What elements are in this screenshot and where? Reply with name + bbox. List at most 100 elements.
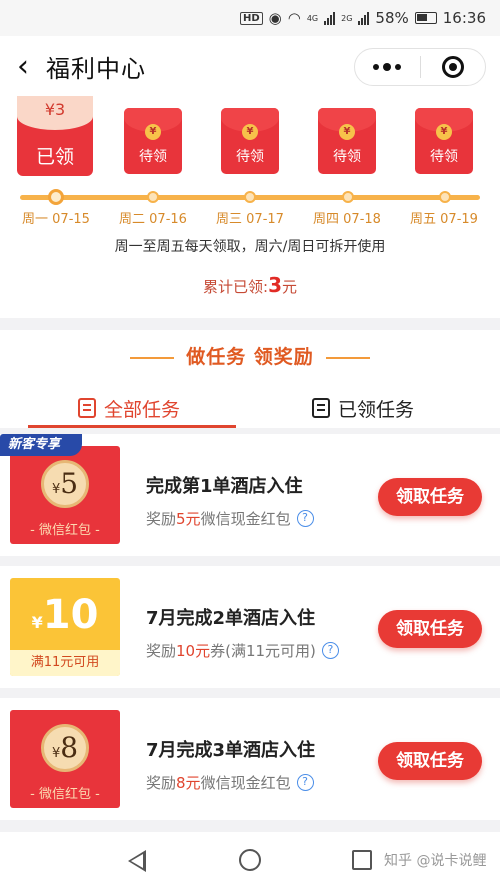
total-prefix: 累计已领:	[203, 278, 269, 296]
more-dots-icon[interactable]	[355, 62, 420, 71]
help-icon[interactable]: ?	[296, 774, 314, 791]
coupon-badge: ¥5 - 微信红包 -	[10, 446, 120, 544]
coin-icon: ¥	[339, 124, 355, 140]
task-row: ¥8 - 微信红包 - 7月完成3单酒店入住 奖励8元微信现金红包 ? 领取任务	[0, 698, 500, 820]
coupon-medal: ¥5	[41, 460, 89, 508]
coupon-value: 8	[60, 731, 79, 764]
task-title: 7月完成2单酒店入住	[146, 608, 316, 629]
pending-envelope-fri[interactable]: ¥ 待领	[415, 108, 473, 174]
network-label-4g: 4G	[306, 13, 319, 23]
help-icon[interactable]: ?	[296, 510, 314, 527]
mini-program-capsule	[354, 48, 486, 86]
task-reward: 奖励8元微信现金红包 ?	[146, 772, 314, 793]
reward-amount: 5元	[176, 510, 201, 528]
tasks-header: 做任务 领奖励 全部任务 已领任务	[0, 330, 500, 428]
coupon-currency: ¥	[51, 482, 61, 497]
coin-icon: ¥	[436, 124, 452, 140]
coupon-amount: ¥10	[10, 592, 120, 638]
reward-prefix: 奖励	[146, 774, 177, 792]
day-dot-thu	[342, 191, 354, 203]
day-label-wed: 周三 07-17	[216, 212, 284, 227]
help-icon[interactable]: ?	[321, 642, 339, 659]
tab-all-label: 全部任务	[104, 398, 181, 421]
page-title: 福利中心	[46, 54, 146, 83]
claim-task-button[interactable]: 领取任务	[378, 742, 482, 780]
task-title: 7月完成3单酒店入住	[146, 740, 316, 761]
coupon-value: 5	[60, 467, 79, 500]
battery-icon	[414, 12, 437, 24]
coupon-currency: ¥	[51, 746, 61, 761]
task-reward: 奖励10元券(满11元可用) ?	[146, 640, 339, 661]
claimed-amount: ¥3	[17, 96, 93, 130]
day-dot-mon	[48, 189, 64, 205]
eye-icon: ◉	[268, 9, 282, 27]
reward-suffix: 券(满11元可用)	[210, 642, 316, 660]
pending-envelope-thu[interactable]: ¥ 待领	[318, 108, 376, 174]
network-label-2g: 2G	[341, 13, 353, 23]
day-label-tue: 周二 07-16	[119, 212, 187, 227]
signal-icon	[324, 11, 336, 25]
pending-label: 待领	[430, 149, 458, 165]
reward-prefix: 奖励	[146, 642, 177, 660]
claim-task-button[interactable]: 领取任务	[378, 478, 482, 516]
tab-claimed-tasks[interactable]: 已领任务	[312, 388, 414, 428]
pending-envelope-wed[interactable]: ¥ 待领	[221, 108, 279, 174]
nav-bar: ‹ 福利中心	[0, 36, 500, 96]
pending-label: 待领	[236, 149, 264, 165]
task-row: ¥5 - 微信红包 - 新客专享 完成第1单酒店入住 奖励5元微信现金红包 ? …	[0, 434, 500, 556]
total-value: 3	[268, 273, 282, 297]
coupon-caption: 满11元可用	[10, 650, 120, 676]
checkin-note: 周一至周五每天领取，周六/周日可拆开使用	[114, 239, 386, 255]
claimed-envelope: ¥3 已领	[17, 96, 93, 176]
coin-icon: ¥	[242, 124, 258, 140]
task-title: 完成第1单酒店入住	[146, 476, 303, 497]
reward-prefix: 奖励	[146, 510, 177, 528]
recent-apps-square-icon[interactable]	[352, 850, 372, 870]
system-nav-bar: 知乎 @说卡说鲤	[0, 832, 500, 888]
tasks-title-text: 做任务 领奖励	[186, 346, 314, 368]
pending-label: 待领	[139, 149, 167, 165]
total-claimed: 累计已领:3元	[0, 273, 500, 297]
day-dot-fri	[439, 191, 451, 203]
progress-track	[20, 189, 480, 205]
coupon-value: 10	[42, 592, 99, 638]
day-label-thu: 周四 07-18	[313, 212, 381, 227]
hd-badge: HD	[239, 11, 263, 25]
battery-percent: 58%	[375, 9, 409, 27]
claimed-label: 已领	[35, 146, 74, 168]
status-bar: HD ◉ ◠ 4G 2G 58% 16:36	[0, 0, 500, 36]
coupon-currency: ¥	[31, 613, 43, 632]
day-label-fri: 周五 07-19	[410, 212, 478, 227]
claim-task-button[interactable]: 领取任务	[378, 610, 482, 648]
tab-all-tasks[interactable]: 全部任务	[78, 388, 180, 428]
clock: 16:36	[442, 9, 486, 27]
coin-icon: ¥	[145, 124, 161, 140]
reward-suffix: 微信现金红包	[200, 510, 291, 528]
total-unit: 元	[281, 278, 297, 296]
reward-amount: 10元	[176, 642, 211, 660]
task-row: ¥10 满11元可用 7月完成2单酒店入住 奖励10元券(满11元可用) ? 领…	[0, 566, 500, 688]
calendar-check-icon	[312, 398, 330, 418]
task-reward: 奖励5元微信现金红包 ?	[146, 508, 314, 529]
coupon-badge: ¥8 - 微信红包 -	[10, 710, 120, 808]
tab-underline	[28, 425, 236, 428]
coupon-badge: ¥10 满11元可用	[10, 578, 120, 676]
coupon-caption: - 微信红包 -	[30, 787, 100, 802]
pending-envelope-tue[interactable]: ¥ 待领	[124, 108, 182, 174]
reward-suffix: 微信现金红包	[200, 774, 291, 792]
watermark: 知乎 @说卡说鲤	[384, 853, 487, 869]
list-icon	[78, 398, 96, 418]
coupon-caption: - 微信红包 -	[30, 523, 100, 538]
home-circle-icon[interactable]	[239, 849, 261, 871]
day-dot-wed	[244, 191, 256, 203]
wifi-icon: ◠	[287, 9, 301, 27]
signal-icon-2	[358, 11, 370, 25]
title-divider-right	[325, 356, 370, 359]
tasks-title: 做任务 领奖励	[0, 342, 500, 369]
pending-label: 待领	[333, 149, 361, 165]
tab-claimed-label: 已领任务	[338, 398, 415, 421]
reward-amount: 8元	[176, 774, 201, 792]
back-triangle-icon[interactable]	[128, 850, 146, 872]
chevron-left-icon[interactable]: ‹	[0, 36, 46, 96]
target-icon[interactable]	[421, 56, 486, 78]
